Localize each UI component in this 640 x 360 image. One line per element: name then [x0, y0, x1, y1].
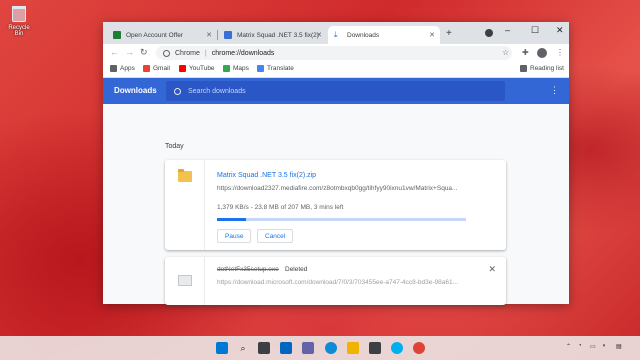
tab-label: Downloads [347, 31, 380, 39]
download-item: Matrix Squad .NET 3.5 fix(2).zip https:/… [165, 160, 506, 250]
task-view-icon[interactable] [258, 342, 270, 354]
zip-folder-icon [178, 169, 192, 182]
bookmark-apps[interactable]: Apps [110, 65, 135, 72]
store-icon[interactable] [369, 342, 381, 354]
back-icon[interactable]: ← [110, 47, 119, 57]
bookmark-label: Apps [120, 65, 135, 72]
date-section-label: Today [165, 143, 184, 150]
recycle-bin-shortcut[interactable]: Recycle Bin [4, 4, 34, 37]
bookmark-label: Maps [233, 65, 249, 72]
tray-chevron-icon[interactable]: ⌃ [566, 343, 571, 350]
tab-open-account-offer[interactable]: Open Account Offer ✕ [107, 26, 217, 44]
document-icon [113, 31, 121, 39]
browser-toolbar: ← → ↻ Chrome | chrome://downloads ☆ ✚ ⋮ [103, 44, 569, 62]
pause-button[interactable]: Pause [217, 229, 252, 243]
reading-list-label: Reading list [530, 65, 564, 72]
download-progress-text: 1,379 KB/s - 23.8 MB of 207 MB, 3 mins l… [217, 204, 344, 211]
reload-icon[interactable]: ↻ [140, 47, 148, 58]
windows-start-icon[interactable] [216, 342, 228, 354]
tab-strip: Open Account Offer ✕ Matrix Squad .NET 3… [103, 22, 569, 44]
maps-icon [223, 65, 230, 72]
skype-icon[interactable] [391, 342, 403, 354]
new-tab-icon[interactable]: + [446, 28, 452, 39]
close-tab-icon[interactable]: ✕ [429, 31, 435, 39]
widgets-icon[interactable] [280, 342, 292, 354]
download-item: dotNetFx35setup.exe Deleted https://down… [165, 257, 506, 305]
address-separator: | [204, 49, 207, 57]
tab-matrix-squad[interactable]: Matrix Squad .NET 3.5 fix(2) ✕ [218, 26, 327, 44]
tab-downloads[interactable]: ⤓ Downloads ✕ [328, 26, 440, 44]
tab-label: Matrix Squad .NET 3.5 fix(2) [237, 31, 319, 39]
file-icon [178, 275, 192, 286]
search-placeholder: Search downloads [188, 87, 246, 95]
cancel-button[interactable]: Cancel [257, 229, 294, 243]
bookmark-youtube[interactable]: YouTube [179, 65, 215, 72]
tab-search-icon[interactable] [485, 29, 493, 37]
bookmark-maps[interactable]: Maps [223, 65, 249, 72]
reading-list[interactable]: Reading list [520, 65, 564, 72]
close-window-icon[interactable]: ✕ [556, 25, 564, 36]
bookmark-label: Translate [267, 65, 294, 72]
downloads-list: Today Matrix Squad .NET 3.5 fix(2).zip h… [103, 104, 569, 305]
notification-icon[interactable]: ▤ [616, 343, 622, 350]
gmail-icon [143, 65, 150, 72]
extensions-icon[interactable]: ✚ [522, 48, 529, 57]
bookmark-star-icon[interactable]: ☆ [502, 48, 509, 57]
remove-from-list-icon[interactable]: ✕ [488, 264, 496, 275]
close-tab-icon[interactable]: ✕ [316, 31, 322, 39]
browser-window: Open Account Offer ✕ Matrix Squad .NET 3… [103, 22, 569, 305]
download-icon: ⤓ [334, 30, 338, 39]
scheme-label: Chrome [175, 49, 200, 57]
bookmarks-bar: Apps Gmail YouTube Maps Translate Readin… [103, 62, 569, 78]
bookmark-label: YouTube [189, 65, 215, 72]
edge-icon[interactable] [325, 342, 337, 354]
bookmark-gmail[interactable]: Gmail [143, 65, 170, 72]
site-icon [224, 31, 232, 39]
tab-label: Open Account Offer [126, 31, 183, 39]
download-status-text: Deleted [285, 266, 308, 273]
taskbar: ⌕ ⌃ ◔ ▭ ◖ ▤ [0, 336, 640, 360]
site-info-icon[interactable] [163, 49, 170, 57]
download-filename-link[interactable]: Matrix Squad .NET 3.5 fix(2).zip [217, 172, 316, 179]
youtube-icon [179, 65, 186, 72]
download-source-url[interactable]: https://download2327.mediafire.com/z8otm… [217, 185, 467, 192]
download-source-url[interactable]: https://download.microsoft.com/download/… [217, 279, 467, 286]
recycle-bin-label: Recycle Bin [8, 25, 30, 37]
download-progress-fill [217, 218, 246, 221]
chrome-icon[interactable] [413, 342, 425, 354]
volume-icon[interactable]: ◖ [602, 343, 606, 349]
bookmark-label: Gmail [153, 65, 170, 72]
search-icon [174, 87, 181, 95]
recycle-bin-icon [12, 6, 26, 22]
profile-avatar[interactable] [537, 48, 547, 58]
browser-menu-icon[interactable]: ⋮ [556, 48, 564, 57]
search-downloads-input[interactable]: Search downloads [166, 81, 505, 101]
download-progress-bar [217, 218, 466, 221]
search-icon[interactable]: ⌕ [237, 342, 249, 354]
explorer-icon[interactable] [347, 342, 359, 354]
forward-icon[interactable]: → [125, 47, 134, 57]
minimize-icon[interactable]: – [505, 25, 510, 35]
more-actions-icon[interactable]: ⋮ [550, 85, 559, 96]
address-bar[interactable]: Chrome | chrome://downloads [156, 46, 512, 60]
battery-icon[interactable]: ▭ [590, 343, 596, 350]
maximize-icon[interactable]: ☐ [531, 25, 539, 36]
page-title: Downloads [114, 86, 157, 95]
translate-icon [257, 65, 264, 72]
network-icon[interactable]: ◔ [578, 343, 582, 349]
apps-icon [110, 65, 117, 72]
download-filename: dotNetFx35setup.exe [217, 266, 279, 273]
bookmark-translate[interactable]: Translate [257, 65, 294, 72]
reading-list-icon [520, 65, 527, 72]
close-tab-icon[interactable]: ✕ [206, 31, 212, 39]
address-url[interactable]: chrome://downloads [212, 50, 275, 57]
downloads-header: Downloads Search downloads ⋮ [103, 78, 569, 104]
chat-icon[interactable] [302, 342, 314, 354]
